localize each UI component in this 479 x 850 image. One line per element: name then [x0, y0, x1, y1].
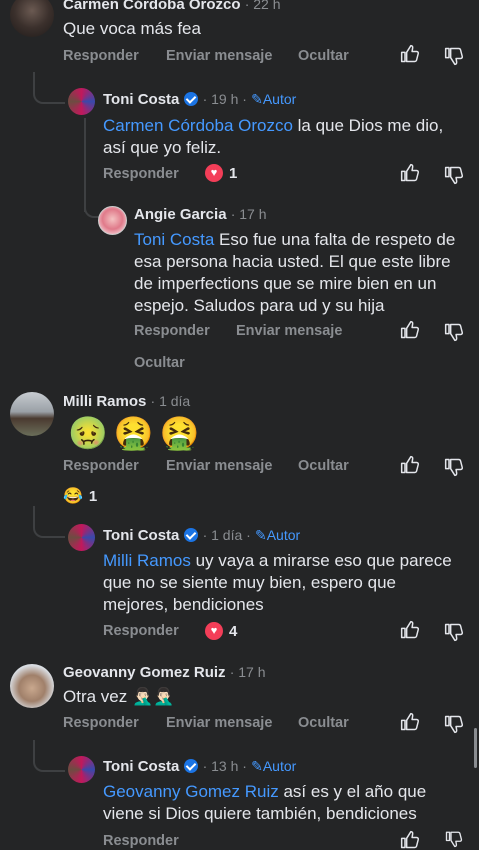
- pencil-icon: ✎: [254, 527, 267, 543]
- dislike-icon[interactable]: [444, 457, 464, 477]
- reaction-summary[interactable]: ♥ 1: [205, 164, 237, 182]
- laughing-reaction-icon: 😂: [63, 488, 83, 505]
- reply-button[interactable]: Responder: [103, 833, 179, 849]
- comment-emoji: 🤢🤮🤮: [68, 415, 206, 451]
- avatar[interactable]: [98, 206, 127, 235]
- like-icon[interactable]: [400, 320, 420, 340]
- comment-text: Que voca más fea: [63, 19, 201, 38]
- like-icon[interactable]: [400, 712, 420, 732]
- mention-link[interactable]: Carmen Córdoba Orozco: [103, 116, 293, 135]
- dislike-icon[interactable]: [444, 322, 464, 342]
- commenter-name[interactable]: Toni Costa · 13 h · ✎Autor: [103, 758, 296, 775]
- thread-line: [33, 506, 65, 538]
- send-message-button[interactable]: Enviar mensaje: [166, 715, 272, 731]
- dislike-icon[interactable]: [444, 830, 464, 848]
- hide-button[interactable]: Ocultar: [298, 48, 349, 64]
- avatar[interactable]: [68, 524, 95, 551]
- thread-line: [33, 740, 65, 772]
- scrollbar-thumb[interactable]: [474, 728, 477, 768]
- pencil-icon: ✎: [251, 758, 263, 774]
- commenter-name[interactable]: Geovanny Gomez Ruiz · 17 h: [63, 664, 266, 681]
- mention-link[interactable]: Toni Costa: [134, 230, 214, 249]
- verified-badge-icon: [184, 92, 199, 106]
- comment-text: Geovanny Gomez Ruiz así es y el año que …: [103, 782, 427, 823]
- like-icon[interactable]: [400, 163, 420, 183]
- reaction-summary[interactable]: 😂 1: [63, 486, 97, 506]
- hide-button[interactable]: Ocultar: [298, 715, 349, 731]
- pencil-icon: ✎: [251, 91, 263, 107]
- like-icon[interactable]: [400, 455, 420, 475]
- reaction-summary[interactable]: ♥ 4: [205, 622, 237, 640]
- like-icon[interactable]: [400, 620, 420, 640]
- send-message-button[interactable]: Enviar mensaje: [236, 323, 342, 339]
- avatar[interactable]: [10, 392, 54, 436]
- comment-time: · 1 día ·: [202, 527, 251, 543]
- comment-time: · 13 h ·: [202, 758, 247, 774]
- comment-time: · 17 h: [230, 206, 267, 222]
- reply-button[interactable]: Responder: [63, 48, 139, 64]
- avatar[interactable]: [68, 88, 95, 115]
- avatar[interactable]: [10, 664, 54, 708]
- avatar[interactable]: [68, 756, 95, 783]
- heart-icon: ♥: [205, 164, 223, 182]
- send-message-button[interactable]: Enviar mensaje: [166, 458, 272, 474]
- comment-time: · 17 h: [229, 664, 266, 680]
- comment-text: Milli Ramos uy vaya a mirarse eso que pa…: [103, 551, 452, 614]
- like-icon[interactable]: [400, 44, 420, 64]
- comment-time: · 1 día: [150, 393, 191, 409]
- thread-line: [33, 72, 65, 104]
- reply-button[interactable]: Responder: [63, 715, 139, 731]
- author-badge: ✎Autor: [251, 758, 297, 774]
- verified-badge-icon: [184, 759, 199, 773]
- comment-text: Toni Costa Eso fue una falta de respeto …: [134, 230, 456, 315]
- comment-time: · 19 h ·: [202, 91, 247, 107]
- verified-badge-icon: [184, 528, 199, 542]
- commenter-name[interactable]: Toni Costa · 1 día · ✎Autor: [103, 527, 300, 544]
- thread-line: [84, 196, 100, 218]
- commenter-name[interactable]: Milli Ramos · 1 día: [63, 393, 190, 410]
- reply-button[interactable]: Responder: [103, 623, 179, 639]
- comment-text: Carmen Córdoba Orozco la que Dios me dio…: [103, 116, 444, 157]
- author-badge: ✎Autor: [251, 91, 297, 107]
- heart-icon: ♥: [205, 622, 223, 640]
- avatar[interactable]: [10, 0, 54, 37]
- commenter-name[interactable]: Carmen Córdoba Orozco · 22 h: [63, 0, 281, 13]
- mention-link[interactable]: Geovanny Gomez Ruiz: [103, 782, 279, 801]
- dislike-icon[interactable]: [444, 165, 464, 185]
- hide-button[interactable]: Ocultar: [134, 355, 185, 371]
- dislike-icon[interactable]: [444, 46, 464, 66]
- send-message-button[interactable]: Enviar mensaje: [166, 48, 272, 64]
- comment-time: · 22 h: [244, 0, 281, 12]
- reply-button[interactable]: Responder: [63, 458, 139, 474]
- like-icon[interactable]: [400, 830, 420, 850]
- mention-link[interactable]: Milli Ramos: [103, 551, 191, 570]
- dislike-icon[interactable]: [444, 622, 464, 642]
- dislike-icon[interactable]: [444, 714, 464, 734]
- comment-text: Otra vez 🤦🏻‍♂️🤦🏻‍♂️: [63, 687, 175, 706]
- commenter-name[interactable]: Toni Costa · 19 h · ✎Autor: [103, 91, 296, 108]
- commenter-name[interactable]: Angie Garcia · 17 h: [134, 206, 267, 223]
- reply-button[interactable]: Responder: [103, 166, 179, 182]
- author-badge: ✎Autor: [254, 527, 301, 543]
- hide-button[interactable]: Ocultar: [298, 458, 349, 474]
- reply-button[interactable]: Responder: [134, 323, 210, 339]
